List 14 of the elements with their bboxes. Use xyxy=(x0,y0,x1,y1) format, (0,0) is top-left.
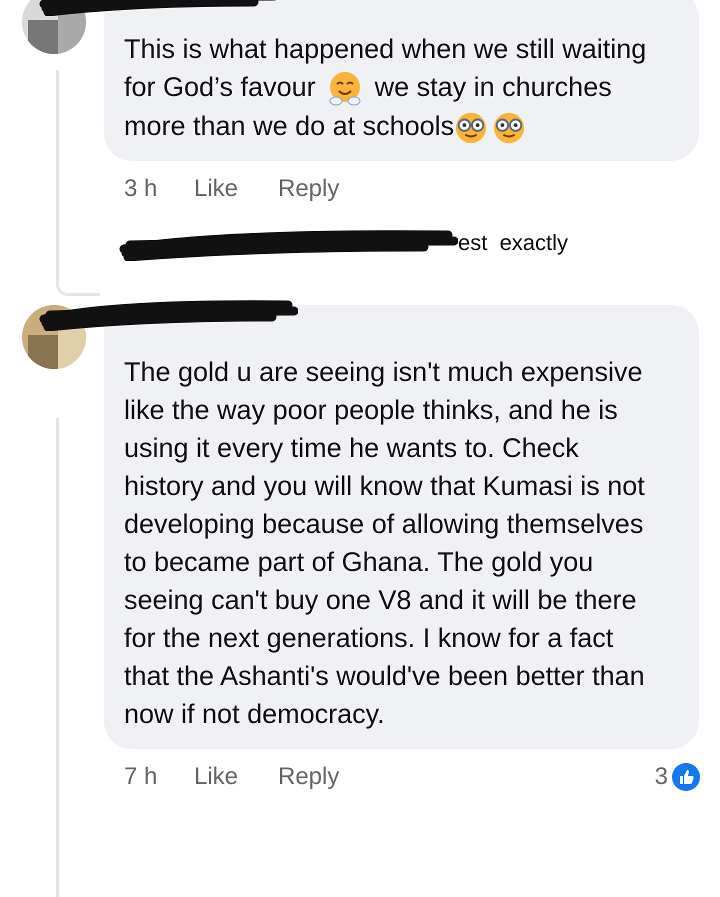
thumbs-up-icon xyxy=(672,762,700,791)
comment-time: 3 h xyxy=(124,174,158,204)
like-link[interactable]: Like xyxy=(194,758,278,795)
comment-time: 7 h xyxy=(124,762,158,792)
reply-link[interactable]: Reply xyxy=(278,758,340,795)
like-link[interactable]: Like xyxy=(194,170,278,207)
reply-preview-text: est exactly xyxy=(458,229,568,258)
comment-text: The gold u are seeing isn't much expensive like the way poor people thinks, and he is using it every time he wants to. Check history and you will know that Kumasi is not developing because of allowing themselves to became part of Ghana. The gold you seeing can't buy one V8 and it will be there for the next generations. I know for a fact that the Ashanti's would've been better than now if not democracy. xyxy=(124,356,646,731)
reaction-count: 3 xyxy=(654,762,668,792)
reply-link[interactable]: Reply xyxy=(278,170,340,207)
comment-text: This is what happened when we still waiting for God’s favour we stay in churches more than we do at schools xyxy=(124,30,679,145)
glasses-emoji-icon xyxy=(454,110,488,145)
hugging-emoji-icon xyxy=(327,70,364,107)
glasses-emoji-icon xyxy=(492,110,526,145)
